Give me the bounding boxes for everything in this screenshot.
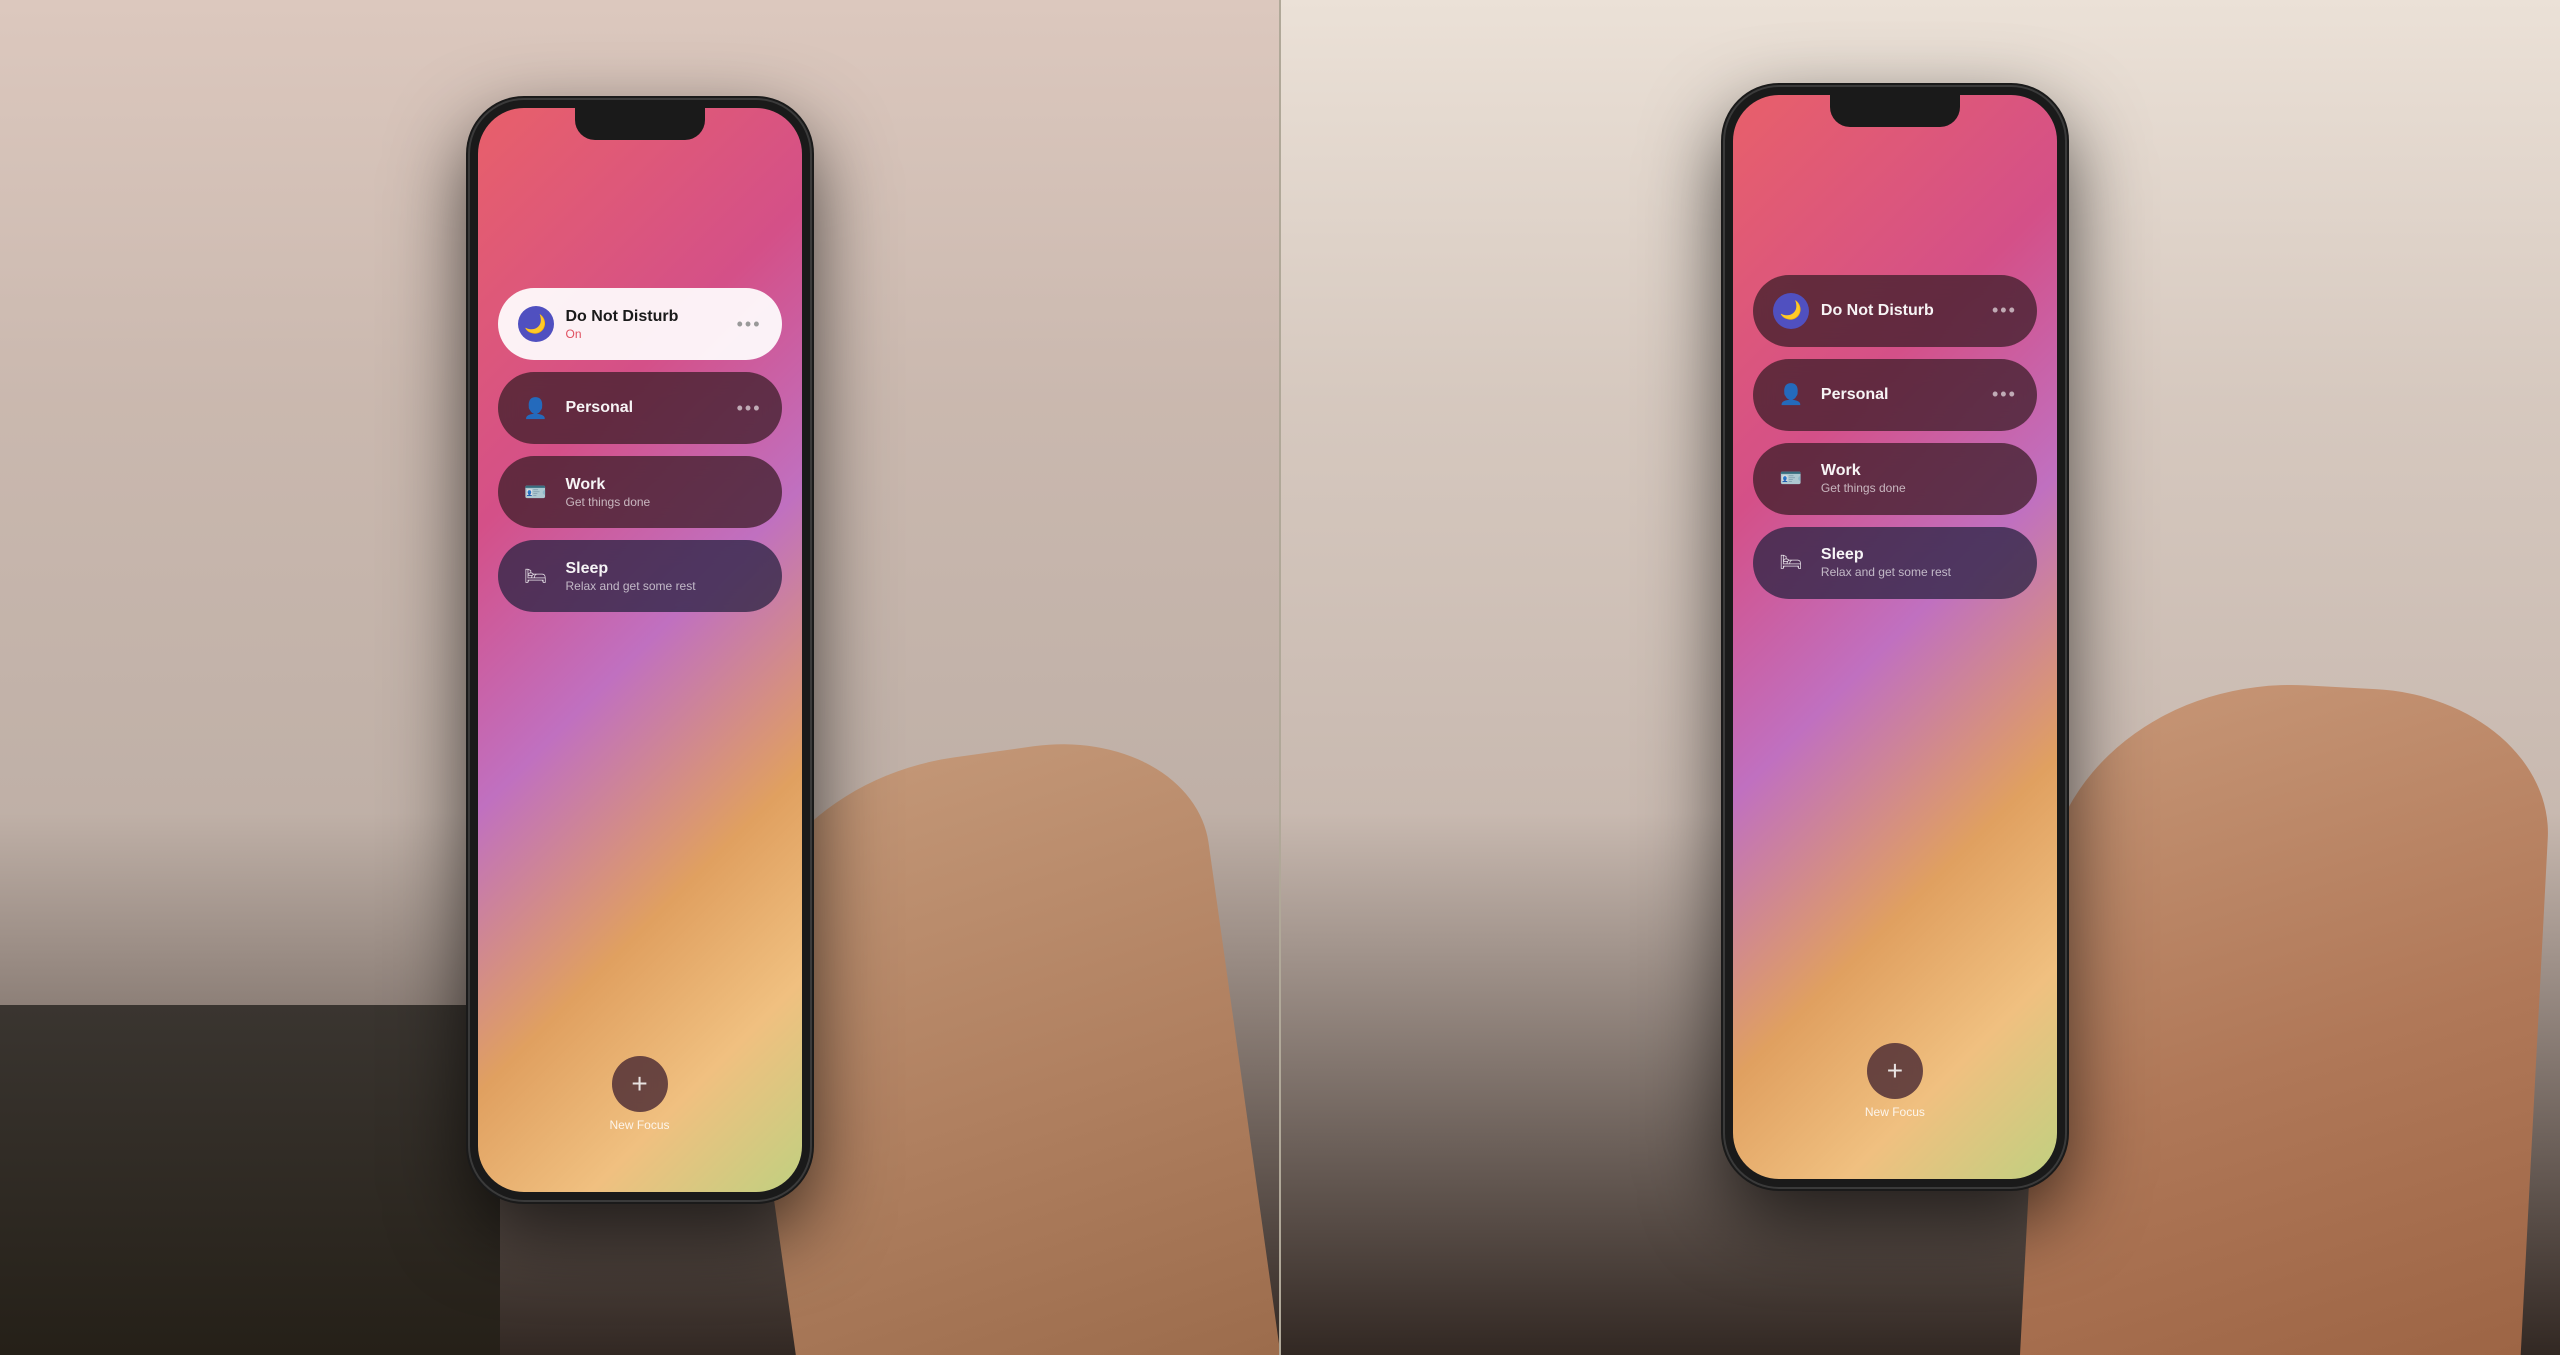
work-title-left: Work bbox=[566, 476, 762, 494]
iphone-left: 🌙 Do Not Disturb On ••• 👤 Personal ••• bbox=[470, 100, 810, 1200]
dnd-dots-right[interactable]: ••• bbox=[1992, 300, 2017, 321]
work-text-right: Work Get things done bbox=[1821, 462, 2017, 495]
sleep-icon-left: 🛏 bbox=[518, 558, 554, 594]
dnd-icon-left: 🌙 bbox=[518, 306, 554, 342]
sleep-text-right: Sleep Relax and get some rest bbox=[1821, 546, 2017, 579]
personal-icon-right: 👤 bbox=[1773, 377, 1809, 413]
sleep-icon-right: 🛏 bbox=[1773, 545, 1809, 581]
dnd-item-right[interactable]: 🌙 Do Not Disturb ••• bbox=[1753, 275, 2037, 347]
dnd-icon-right: 🌙 bbox=[1773, 293, 1809, 329]
iphone-right: 🌙 Do Not Disturb ••• 👤 Personal ••• bbox=[1725, 87, 2065, 1187]
work-icon-left: 🪪 bbox=[518, 474, 554, 510]
new-focus-label-right: New Focus bbox=[1865, 1105, 1925, 1119]
work-subtitle-left: Get things done bbox=[566, 495, 762, 509]
notch-left bbox=[575, 108, 705, 140]
focus-menu-right: 🌙 Do Not Disturb ••• 👤 Personal ••• bbox=[1753, 275, 2037, 599]
new-focus-btn-left[interactable]: + New Focus bbox=[609, 1056, 669, 1132]
new-focus-circle-left: + bbox=[612, 1056, 668, 1112]
dnd-subtitle-left: On bbox=[566, 327, 737, 341]
dnd-item-left[interactable]: 🌙 Do Not Disturb On ••• bbox=[498, 288, 782, 360]
personal-dots-left[interactable]: ••• bbox=[737, 398, 762, 419]
left-photo: 🌙 Do Not Disturb On ••• 👤 Personal ••• bbox=[0, 0, 1279, 1355]
personal-title-left: Personal bbox=[566, 399, 737, 417]
dnd-title-right: Do Not Disturb bbox=[1821, 302, 1992, 320]
desk-surface-left bbox=[0, 1005, 500, 1355]
work-item-left[interactable]: 🪪 Work Get things done bbox=[498, 456, 782, 528]
hand-right bbox=[2017, 672, 2556, 1355]
work-subtitle-right: Get things done bbox=[1821, 481, 2017, 495]
personal-title-right: Personal bbox=[1821, 386, 1992, 404]
right-photo: 🌙 Do Not Disturb ••• 👤 Personal ••• bbox=[1281, 0, 2560, 1355]
sleep-item-right[interactable]: 🛏 Sleep Relax and get some rest bbox=[1753, 527, 2037, 599]
sleep-title-right: Sleep bbox=[1821, 546, 2017, 564]
work-text-left: Work Get things done bbox=[566, 476, 762, 509]
dnd-text-right: Do Not Disturb bbox=[1821, 302, 1992, 320]
dnd-text-left: Do Not Disturb On bbox=[566, 308, 737, 341]
personal-dots-right[interactable]: ••• bbox=[1992, 384, 2017, 405]
notch-right bbox=[1830, 95, 1960, 127]
personal-icon-left: 👤 bbox=[518, 390, 554, 426]
work-icon-right: 🪪 bbox=[1773, 461, 1809, 497]
sleep-subtitle-left: Relax and get some rest bbox=[566, 579, 762, 593]
personal-text-left: Personal bbox=[566, 399, 737, 417]
sleep-item-left[interactable]: 🛏 Sleep Relax and get some rest bbox=[498, 540, 782, 612]
personal-item-right[interactable]: 👤 Personal ••• bbox=[1753, 359, 2037, 431]
new-focus-btn-right[interactable]: + New Focus bbox=[1865, 1043, 1925, 1119]
work-title-right: Work bbox=[1821, 462, 2017, 480]
sleep-text-left: Sleep Relax and get some rest bbox=[566, 560, 762, 593]
work-item-right[interactable]: 🪪 Work Get things done bbox=[1753, 443, 2037, 515]
personal-item-left[interactable]: 👤 Personal ••• bbox=[498, 372, 782, 444]
new-focus-label-left: New Focus bbox=[609, 1118, 669, 1132]
dnd-dots-left[interactable]: ••• bbox=[737, 314, 762, 335]
focus-menu-left: 🌙 Do Not Disturb On ••• 👤 Personal ••• bbox=[498, 288, 782, 612]
dnd-title-left: Do Not Disturb bbox=[566, 308, 737, 326]
new-focus-circle-right: + bbox=[1867, 1043, 1923, 1099]
sleep-subtitle-right: Relax and get some rest bbox=[1821, 565, 2017, 579]
sleep-title-left: Sleep bbox=[566, 560, 762, 578]
personal-text-right: Personal bbox=[1821, 386, 1992, 404]
